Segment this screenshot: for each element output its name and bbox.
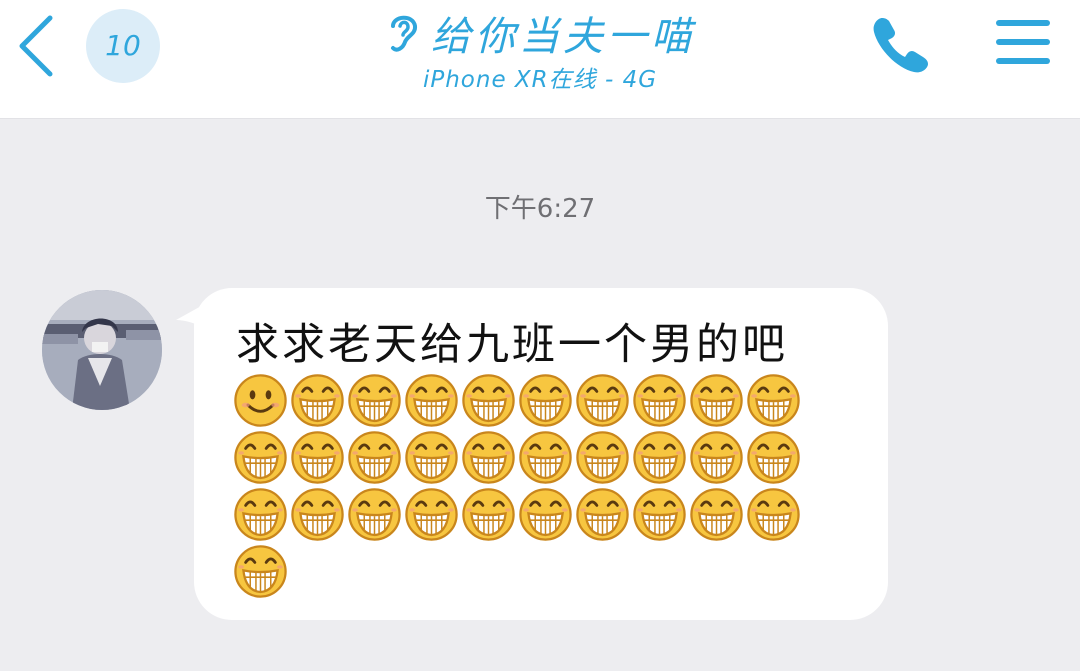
menu-button[interactable] (994, 18, 1052, 66)
emoji-grid (232, 372, 812, 600)
grin-emoji-icon (348, 488, 401, 541)
grin-emoji-icon (633, 488, 686, 541)
grin-emoji-icon (633, 374, 686, 427)
grin-emoji-icon (234, 545, 287, 598)
grin-emoji-icon (405, 431, 458, 484)
smile-emoji-icon (234, 374, 287, 427)
grin-emoji-icon (405, 488, 458, 541)
chat-header: 10 给你当夫一喵 iPhone XR在线 - 4G (0, 0, 1080, 119)
grin-emoji-icon (405, 374, 458, 427)
grin-emoji-icon (348, 431, 401, 484)
hamburger-menu-icon (996, 20, 1050, 64)
grin-emoji-icon (690, 431, 743, 484)
grin-emoji-icon (234, 431, 287, 484)
grin-emoji-icon (576, 374, 629, 427)
message-timestamp: 下午6:27 (484, 194, 596, 224)
message-text: 求求老天给九班一个男的吧 (236, 320, 788, 370)
grin-emoji-icon (633, 431, 686, 484)
grin-emoji-icon (519, 431, 572, 484)
grin-emoji-icon (462, 488, 515, 541)
grin-emoji-icon (462, 374, 515, 427)
grin-emoji-icon (234, 488, 287, 541)
contact-avatar[interactable] (42, 290, 162, 410)
phone-icon (873, 18, 928, 73)
grin-emoji-icon (519, 488, 572, 541)
grin-emoji-icon (690, 488, 743, 541)
ear-icon[interactable] (385, 10, 421, 56)
grin-emoji-icon (348, 374, 401, 427)
grin-emoji-icon (291, 431, 344, 484)
grin-emoji-icon (690, 374, 743, 427)
grin-emoji-icon (576, 488, 629, 541)
grin-emoji-icon (519, 374, 572, 427)
grin-emoji-icon (747, 374, 800, 427)
grin-emoji-icon (291, 374, 344, 427)
call-button[interactable] (868, 12, 934, 78)
grin-emoji-icon (747, 431, 800, 484)
grin-emoji-icon (462, 431, 515, 484)
chat-title: 给你当夫一喵 (431, 14, 695, 60)
grin-emoji-icon (747, 488, 800, 541)
grin-emoji-icon (576, 431, 629, 484)
grin-emoji-icon (291, 488, 344, 541)
anime-avatar-image (42, 290, 162, 410)
